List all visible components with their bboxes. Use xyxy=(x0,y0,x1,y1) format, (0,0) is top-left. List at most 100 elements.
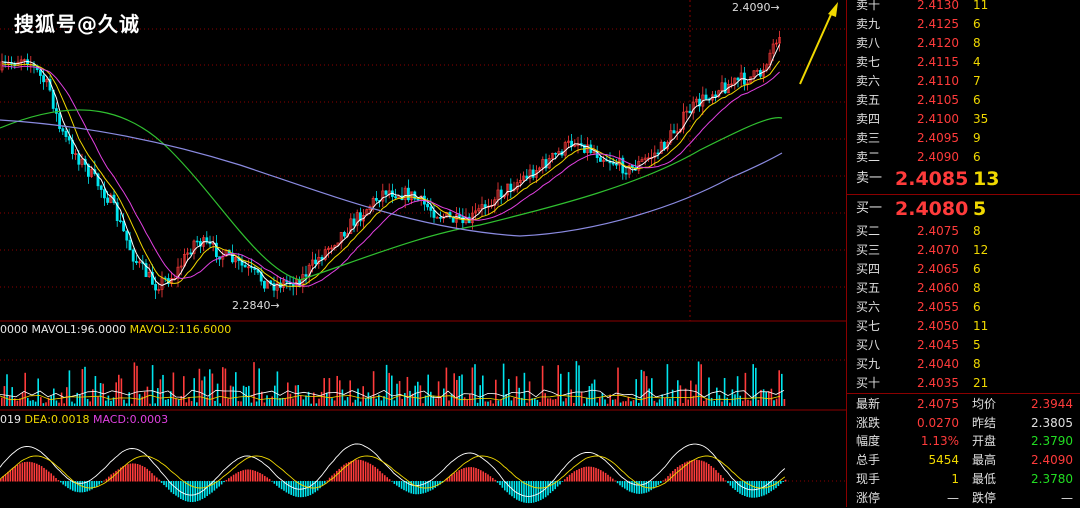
macd-bar xyxy=(180,481,182,499)
macd-bar xyxy=(496,481,499,483)
bid-level-row[interactable]: 买六 2.4055 6 xyxy=(847,298,1080,317)
macd-bar xyxy=(93,481,96,488)
macd-bar xyxy=(69,481,72,490)
stat-value: 1 xyxy=(951,471,959,486)
bid-level-row[interactable]: 买十 2.4035 21 xyxy=(847,374,1080,393)
level-quantity: 11 xyxy=(973,0,989,12)
volume-bar xyxy=(349,380,351,406)
macd-bar xyxy=(408,481,410,493)
bid-level-row[interactable]: 买一 2.4080 5 xyxy=(847,196,1080,222)
volume-bar xyxy=(554,399,557,406)
ask-level-row[interactable]: 卖六 2.4110 7 xyxy=(847,72,1080,91)
mavol2-label: MAVOL2:116.6000 xyxy=(129,323,232,336)
macd-bar xyxy=(160,481,163,483)
volume-bar xyxy=(125,403,128,406)
macd-bar xyxy=(715,470,717,482)
macd-bar xyxy=(520,481,523,502)
volume-bar xyxy=(346,397,349,406)
macd-bar xyxy=(16,464,19,482)
candle-body xyxy=(195,240,199,243)
macd-bar xyxy=(307,481,309,497)
volume-bar xyxy=(177,399,180,406)
volume-bar xyxy=(16,400,19,406)
ask-level-row[interactable]: 卖十 2.4130 11 xyxy=(847,0,1080,15)
level-quantity: 6 xyxy=(973,150,981,164)
macd-bar xyxy=(640,481,643,494)
stat-value: 2.3805 xyxy=(1031,415,1073,430)
volume-bar xyxy=(250,402,253,406)
macd-bar xyxy=(576,470,578,482)
level-quantity: 8 xyxy=(973,36,981,50)
volume-bar xyxy=(242,385,245,406)
candle-body xyxy=(714,94,718,97)
macd-bar xyxy=(278,481,280,488)
volume-bar xyxy=(102,383,104,406)
bid-level-row[interactable]: 买七 2.4050 11 xyxy=(847,317,1080,336)
volume-bar xyxy=(658,399,661,406)
volume-bar xyxy=(713,401,715,406)
bid-level-row[interactable]: 买二 2.4075 8 xyxy=(847,222,1080,241)
bid-level-row[interactable]: 买五 2.4060 8 xyxy=(847,279,1080,298)
macd-bar xyxy=(64,481,67,487)
volume-bar xyxy=(440,397,442,406)
stat-label: 现手 xyxy=(856,471,881,486)
macd-bar xyxy=(136,463,139,482)
macd-bar xyxy=(508,481,511,495)
bid-level-row[interactable]: 买八 2.4045 5 xyxy=(847,336,1080,355)
level-label: 卖一 xyxy=(856,171,883,186)
level-price: 2.4055 xyxy=(917,300,959,314)
volume-bar xyxy=(216,383,219,406)
candle-body xyxy=(662,141,666,150)
low-price-label: 2.2840→ xyxy=(232,299,280,312)
candle-body xyxy=(77,153,81,165)
stat-label: 跌停 xyxy=(972,490,997,505)
volume-bar xyxy=(276,371,279,406)
macd-bar xyxy=(132,463,134,482)
bid-level-row[interactable]: 买三 2.4070 12 xyxy=(847,241,1080,260)
macd-bar xyxy=(79,481,81,493)
bid-level-row[interactable]: 买四 2.4065 6 xyxy=(847,260,1080,279)
candle-body xyxy=(509,183,513,191)
volume-bar xyxy=(131,403,133,406)
volume-bar xyxy=(456,379,458,406)
macd-bar xyxy=(96,481,98,487)
macd-bar xyxy=(453,473,456,482)
macd-bar xyxy=(144,467,146,482)
macd-bar xyxy=(201,481,204,500)
volume-bar xyxy=(68,370,71,406)
bid-level-row[interactable]: 买九 2.4040 8 xyxy=(847,355,1080,374)
macd-bar xyxy=(494,479,496,482)
chart-canvas[interactable] xyxy=(0,0,846,507)
macd-bar xyxy=(381,473,384,482)
ask-level-row[interactable]: 卖五 2.4105 6 xyxy=(847,91,1080,110)
stat-label: 最低 xyxy=(972,471,997,486)
volume-bar xyxy=(661,394,663,406)
ask-level-row[interactable]: 卖一 2.4085 13 xyxy=(847,166,1080,192)
macd-bar xyxy=(146,468,148,482)
ask-level-row[interactable]: 卖三 2.4095 9 xyxy=(847,129,1080,148)
ask-level-row[interactable]: 卖二 2.4090 6 xyxy=(847,148,1080,167)
ask-level-row[interactable]: 卖七 2.4115 4 xyxy=(847,53,1080,72)
volume-bar xyxy=(445,367,448,406)
volume-bar xyxy=(261,391,263,406)
macd-bar xyxy=(276,481,278,486)
volume-bar xyxy=(235,372,237,406)
stat-value: — xyxy=(947,490,959,505)
volume-bar xyxy=(55,400,58,406)
level-quantity: 12 xyxy=(973,243,989,257)
ask-level-row[interactable]: 卖八 2.4120 8 xyxy=(847,34,1080,53)
watermark: 搜狐号@久诚 xyxy=(14,12,140,36)
volume-bar xyxy=(320,391,323,406)
chart-area[interactable]: 搜狐号@久诚 2.4090→ 2.2840→ 0000 MAVOL1:96.00… xyxy=(0,0,846,507)
macd-bar xyxy=(148,470,151,482)
macd-bar xyxy=(172,481,175,495)
macd-bar xyxy=(480,470,482,482)
ask-level-row[interactable]: 卖九 2.4125 6 xyxy=(847,15,1080,34)
level-quantity: 21 xyxy=(973,376,989,390)
macd-bar xyxy=(14,466,16,482)
ask-level-row[interactable]: 卖四 2.4100 35 xyxy=(847,110,1080,129)
macd-bar xyxy=(559,481,561,485)
macd-bar xyxy=(33,462,36,482)
macd-bar xyxy=(338,468,340,482)
macd-bar xyxy=(571,473,573,482)
